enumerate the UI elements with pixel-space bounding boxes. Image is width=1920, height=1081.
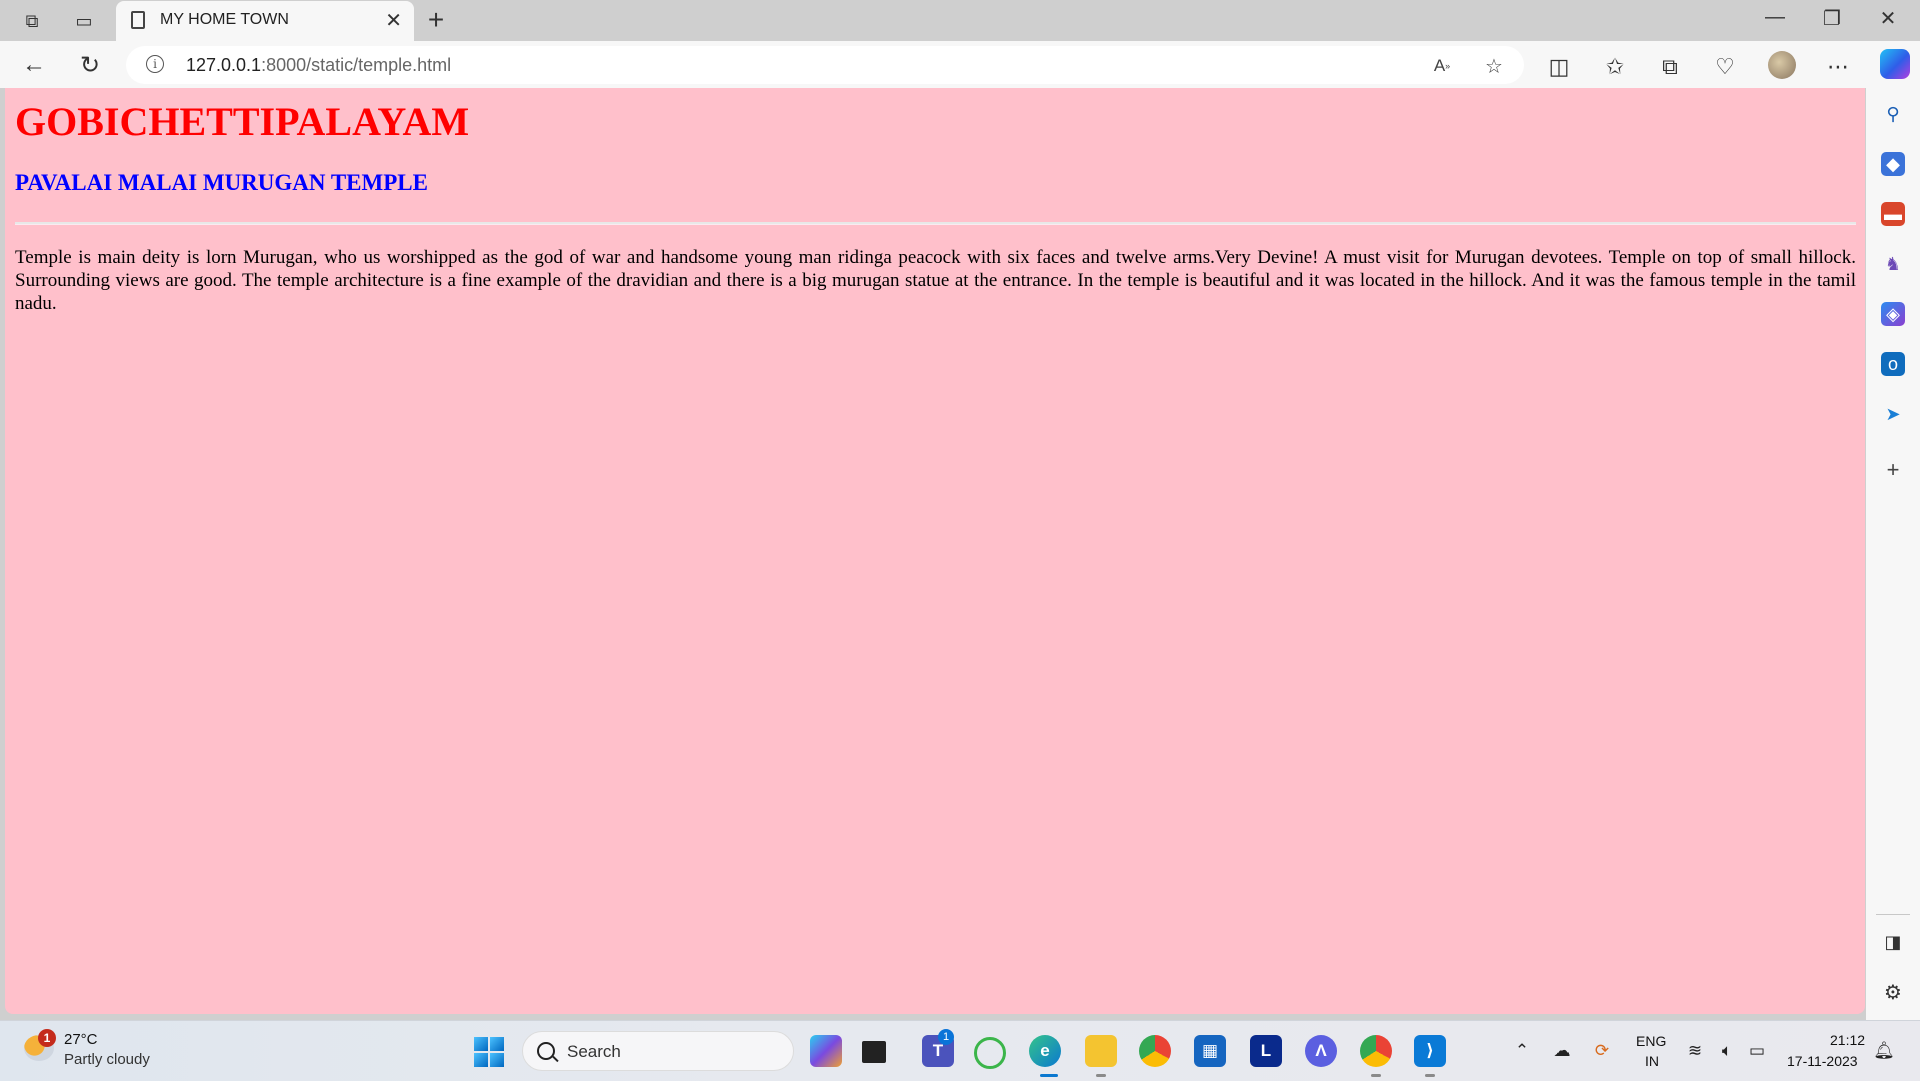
workspaces-icon[interactable]: ⧉ [19,8,45,34]
wifi-icon[interactable]: ≋ [1683,1039,1707,1063]
minimize-button[interactable]: — [1755,6,1795,29]
arc-app-icon[interactable]: Λ [1305,1035,1337,1067]
battery-icon[interactable]: ▭ [1745,1039,1769,1063]
weather-description: Partly cloudy [64,1051,150,1068]
show-hidden-icons-chevron-icon[interactable]: ⌃ [1510,1039,1534,1063]
edge-icon[interactable]: e [1029,1035,1061,1067]
store-icon[interactable]: ▦ [1194,1035,1226,1067]
task-view-icon[interactable] [862,1041,886,1063]
tab-actions-icon[interactable]: ▭ [71,8,97,34]
page-icon [131,11,145,29]
shopping-tag-icon[interactable]: ◆ [1881,152,1905,176]
volume-icon[interactable]: 🔈︎ [1715,1039,1739,1063]
windows-logo-tile [490,1037,504,1051]
sidebar-divider [1876,914,1910,915]
search-icon [537,1042,555,1060]
refresh-app-icon[interactable] [974,1037,1006,1069]
language-region[interactable]: IN [1645,1053,1659,1069]
teams-badge: 1 [938,1029,954,1045]
chrome-icon[interactable] [1139,1035,1171,1067]
search-placeholder: Search [567,1042,621,1061]
weather-temperature: 27°C [64,1031,98,1048]
page-paragraph: Temple is main deity is lorn Murugan, wh… [15,247,1856,314]
tab-close-button[interactable]: ✕ [385,8,402,33]
collections-icon[interactable]: ⧉ [1656,53,1684,81]
restore-button[interactable]: ❐ [1812,6,1852,31]
windows-taskbar: 1 27°C Partly cloudy Search T 1 e ▦ L Λ … [0,1020,1920,1081]
info-icon[interactable]: i [146,55,164,73]
profile-avatar[interactable] [1768,51,1796,79]
send-icon[interactable]: ➤ [1881,402,1905,426]
browser-essentials-icon[interactable]: ♡ [1711,53,1739,81]
new-tab-button[interactable]: + [422,4,450,36]
clock-time[interactable]: 21:12 [1830,1032,1865,1048]
hide-sidebar-icon[interactable]: ◨ [1881,930,1905,954]
windows-logo-tile [474,1037,488,1051]
horizontal-rule [15,222,1856,225]
add-icon[interactable]: + [1881,457,1905,482]
edge-sidebar: ⚲ ◆ ▬ ♞ ◈ o ➤ + ◨ ⚙ [1866,88,1920,1020]
copilot-icon[interactable] [1880,49,1910,79]
active-app-indicator [1040,1074,1058,1077]
running-app-indicator [1371,1074,1381,1077]
tools-icon[interactable]: ▬ [1881,202,1905,226]
read-aloud-icon[interactable]: A» [1428,52,1456,80]
copilot-app-icon[interactable] [810,1035,842,1067]
url-text[interactable]: 127.0.0.1:8000/static/temple.html [186,55,451,76]
windows-logo-tile [474,1053,488,1067]
web-page: GOBICHETTIPALAYAM PAVALAI MALAI MURUGAN … [5,88,1865,1014]
address-bar[interactable]: i 127.0.0.1:8000/static/temple.html A» ☆ [126,46,1524,84]
refresh-icon[interactable]: ↻ [74,49,106,81]
running-app-indicator [1425,1074,1435,1077]
settings-icon[interactable]: ⚙ [1881,980,1905,1004]
weather-badge: 1 [38,1029,56,1047]
tab-title: MY HOME TOWN [160,11,289,28]
more-icon[interactable]: ⋯ [1824,53,1852,81]
running-app-indicator [1096,1074,1106,1077]
windows-logo-tile [490,1053,504,1067]
url-path: :8000/static/temple.html [261,55,452,75]
back-arrow-icon[interactable]: ← [18,49,50,81]
outlook-icon[interactable]: o [1881,352,1905,376]
clock-date[interactable]: 17-11-2023 [1787,1053,1858,1069]
star-icon[interactable]: ☆ [1480,52,1508,80]
language-indicator[interactable]: ENG [1636,1033,1666,1049]
notification-bell-icon[interactable]: 🔔︎ [1872,1039,1896,1063]
onedrive-cloud-icon[interactable]: ☁ [1550,1039,1574,1063]
page-heading: GOBICHETTIPALAYAM [15,99,470,144]
browser-toolbar: ← ↻ i 127.0.0.1:8000/static/temple.html … [0,41,1920,88]
l-app-icon[interactable]: L [1250,1035,1282,1067]
split-screen-icon[interactable]: ◫ [1545,53,1573,81]
vscode-icon[interactable]: ⟩ [1414,1035,1446,1067]
chrome-profile-icon[interactable] [1360,1035,1392,1067]
taskbar-search[interactable]: Search [522,1031,794,1071]
page-subheading: PAVALAI MALAI MURUGAN TEMPLE [15,170,428,195]
search-icon[interactable]: ⚲ [1881,102,1905,126]
favorites-icon[interactable]: ✩ [1601,53,1629,81]
url-host: 127.0.0.1 [186,55,262,75]
games-icon[interactable]: ♞ [1881,252,1905,276]
start-button[interactable] [474,1037,504,1067]
title-bar: ⧉ ▭ MY HOME TOWN ✕ + — ❐ ✕ [0,0,1920,41]
microsoft-365-icon[interactable]: ◈ [1881,302,1905,326]
browser-tab[interactable]: MY HOME TOWN ✕ [116,1,414,41]
close-window-button[interactable]: ✕ [1868,6,1908,31]
file-explorer-icon[interactable] [1085,1035,1117,1067]
sync-icon[interactable]: ⟳ [1590,1039,1614,1063]
